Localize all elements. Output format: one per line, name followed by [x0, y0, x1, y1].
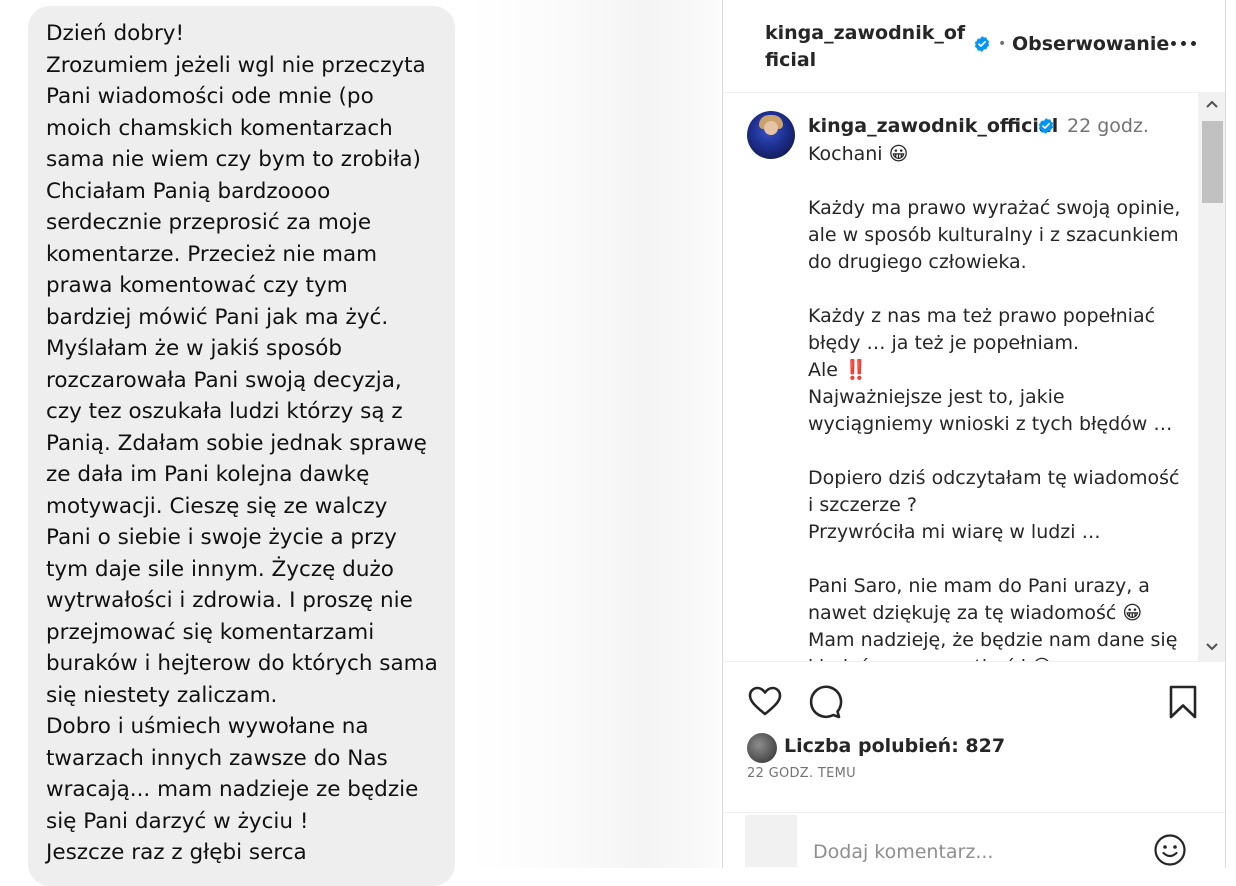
message-text: Dzień dobry! Zrozumiem jeżeli wgl nie prz…: [46, 18, 446, 869]
liker-avatar[interactable]: [747, 733, 777, 763]
comment-icon[interactable]: [807, 684, 843, 720]
message-line: Dzień dobry!: [46, 21, 185, 46]
scroll-down-icon[interactable]: [1204, 638, 1220, 656]
caption-text: Kochani 😀 Każdy ma prawo wyrażać swoją op…: [808, 141, 1188, 661]
post-actions: [723, 680, 1226, 730]
background-blur: [470, 0, 720, 868]
caption-line: [808, 276, 1188, 303]
likes-row[interactable]: Liczba polubień: 827: [747, 733, 1207, 763]
message-line: wytrwałości i zdrowia. I proszę nie: [46, 588, 413, 613]
bookmark-icon[interactable]: [1165, 684, 1201, 720]
caption-line: Pani Saro, nie mam do Pani urazy, a: [808, 575, 1150, 597]
message-line: ze dała im Pani kolejna dawkę: [46, 462, 370, 487]
instagram-post-panel: kinga_zawodnik_official • Obserwowanie k…: [723, 0, 1226, 868]
caption-line: do drugiego człowieka.: [808, 251, 1027, 273]
caption-line: Ale ‼️: [808, 359, 868, 381]
message-line: twarzach innych zawsze do Nas: [46, 745, 388, 771]
more-options-icon[interactable]: [1169, 31, 1199, 55]
message-line: tym daje sile innym. Życzę dużo: [46, 556, 394, 582]
likes-count[interactable]: Liczba polubień: 827: [784, 735, 1005, 757]
caption-username[interactable]: kinga_zawodnik_official: [808, 115, 1058, 137]
post-header: kinga_zawodnik_official • Obserwowanie: [723, 0, 1226, 93]
caption-line: Każdy ma prawo wyrażać swoją opinie,: [808, 197, 1181, 219]
header-separator: •: [998, 36, 1007, 52]
caption-line: kiedyś razem spotkać i 😀: [808, 654, 1188, 661]
caption-line: Dopiero dziś odczytałam tę wiadomość: [808, 467, 1180, 489]
caption-line: [808, 546, 1188, 573]
smiley-icon[interactable]: [1153, 833, 1187, 867]
message-line: komentarze. Przecież nie mam: [46, 241, 378, 267]
message-line: moich chamskich komentarzach: [46, 115, 393, 141]
message-line: wracają... mam nadzieje ze będzie: [46, 777, 419, 802]
caption-line: Najważniejsze jest to, jakie: [808, 386, 1065, 408]
message-line: buraków i hejterow do których sama: [46, 651, 438, 676]
caption-line: Mam nadzieję, że będzie nam dane się: [808, 629, 1178, 651]
post-date[interactable]: 22 GODZ. TEMU: [747, 766, 856, 781]
caption-line: ale w sposób kulturalny i z szacunkiem: [808, 224, 1179, 246]
caption-line: Każdy z nas ma też prawo popełniać: [808, 305, 1156, 327]
message-line: Chciałam Panią bardzoooo: [46, 178, 331, 204]
caption-line: i szczerze ?: [808, 494, 917, 516]
caption-line: wyciągniemy wnioski z tych błędów …: [808, 413, 1173, 435]
caption-line: [808, 438, 1188, 465]
caption-timestamp[interactable]: 22 godz.: [1067, 115, 1149, 137]
caption-line: błędy … ja też je popełniam.: [808, 332, 1080, 354]
message-screenshot: Dzień dobry! Zrozumiem jeżeli wgl nie prz…: [0, 0, 722, 886]
comment-input[interactable]: [813, 839, 1143, 865]
header-username[interactable]: kinga_zawodnik_official: [765, 20, 970, 74]
comment-avatar: [745, 815, 797, 867]
scrollbar[interactable]: [1198, 93, 1226, 661]
message-line: się niestety zaliczam.: [46, 682, 278, 708]
scroll-up-icon[interactable]: [1204, 95, 1220, 113]
verified-badge-icon: [973, 35, 991, 53]
heart-icon[interactable]: [747, 684, 783, 720]
message-line: bardziej mówić Pani jak ma żyć.: [46, 304, 389, 330]
comment-row: [723, 812, 1226, 869]
message-line: serdecznie przeprosić za moje: [46, 210, 372, 235]
message-line: Zrozumiem jeżeli wgl nie przeczyta: [46, 52, 426, 78]
message-line: Panią. Zdałam sobie jednak sprawę: [46, 430, 427, 456]
message-line: Jeszcze raz z głębi serca: [46, 840, 307, 865]
message-line: motywacji. Cieszę się ze walczy: [46, 493, 388, 519]
message-line: Dobro i uśmiech wywołane na: [46, 714, 369, 739]
caption-line: Przywróciła mi wiarę w ludzi …: [808, 521, 1101, 543]
following-button[interactable]: Obserwowanie: [1012, 33, 1169, 55]
message-line: Myślałam że w jakiś sposób: [46, 336, 343, 361]
message-line: prawa komentować czy tym: [46, 273, 348, 298]
message-line: przejmować się komentarzami: [46, 619, 375, 645]
message-line: sama nie wiem czy bym to zrobiła): [46, 147, 421, 172]
message-line: się Pani darzyć w życiu !: [46, 808, 309, 834]
message-line: Pani o siebie i swoje życie a przy: [46, 525, 397, 550]
caption-line: nawet dziękuję za tę wiadomość 😀: [808, 602, 1143, 624]
scroll-thumb[interactable]: [1202, 121, 1223, 203]
message-line: Pani wiadomości ode mnie (po: [46, 84, 374, 109]
avatar[interactable]: [747, 111, 795, 159]
caption-line: [808, 168, 1188, 195]
caption-line: Kochani 😀: [808, 143, 909, 165]
verified-badge-icon: [1037, 117, 1055, 135]
message-line: rozczarowała Pani swoją decyzja,: [46, 367, 402, 393]
message-line: czy tez oszukała ludzi którzy są z: [46, 399, 403, 424]
caption-scroll-area[interactable]: kinga_zawodnik_official 22 godz. Kochani…: [723, 93, 1226, 662]
window-edge: [1225, 0, 1236, 868]
